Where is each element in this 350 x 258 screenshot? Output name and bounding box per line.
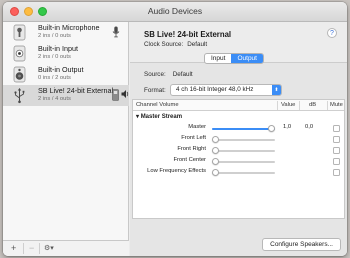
device-channels: 0 ins / 2 outs xyxy=(38,75,71,81)
mute-checkbox[interactable] xyxy=(333,169,340,176)
clock-source-label: Clock Source: xyxy=(144,41,184,48)
channel-label: Master xyxy=(188,124,206,130)
format-popup[interactable]: 4 ch 16-bit Integer 48,0 kHz ⬍ xyxy=(170,84,282,96)
device-item-built-in-microphone[interactable]: Built-in Microphone 2 ins / 0 outs xyxy=(3,22,129,43)
column-header-channel-volume: Channel Volume xyxy=(136,102,179,108)
gear-menu-button[interactable]: ⚙▾ xyxy=(44,243,54,254)
table-header: Channel Volume Value dB Mute xyxy=(133,100,344,111)
source-row: Source: Default xyxy=(144,71,193,78)
volume-slider[interactable] xyxy=(212,158,275,165)
column-divider xyxy=(277,101,278,110)
device-channels: 2 ins / 0 outs xyxy=(38,54,71,60)
clock-source: Clock Source: Default xyxy=(144,41,207,48)
speaker-icon xyxy=(13,66,26,83)
device-name: Built-in Output xyxy=(38,65,84,74)
input-output-tabs: Input Output xyxy=(204,53,264,64)
window-title: Audio Devices xyxy=(147,6,203,16)
finder-output-icon xyxy=(112,89,119,101)
input-jack-icon xyxy=(13,45,26,62)
configure-speakers-button[interactable]: Configure Speakers... xyxy=(262,238,341,251)
default-output-speaker-icon xyxy=(121,90,129,98)
device-name: Built-in Input xyxy=(38,44,78,53)
volume-value: 1,0 xyxy=(283,124,292,130)
channel-label: Front Center xyxy=(173,157,206,163)
disclosure-triangle-icon: ▾ xyxy=(136,114,140,120)
add-device-button[interactable]: + xyxy=(11,243,16,254)
device-name: Built-in Microphone xyxy=(38,23,100,32)
column-header-mute: Mute xyxy=(330,102,343,108)
channel-label: Front Left xyxy=(181,135,206,141)
mute-checkbox[interactable] xyxy=(333,136,340,143)
channel-label: Front Right xyxy=(177,146,206,152)
table-row: Front Right xyxy=(133,145,344,156)
volume-slider-knob[interactable] xyxy=(212,147,219,154)
table-row: Low Frequency Effects xyxy=(133,167,344,178)
volume-db: 0,0 xyxy=(305,124,314,130)
device-item-sb-live[interactable]: SB Live! 24-bit External 2 ins / 4 outs xyxy=(3,85,129,106)
device-item-built-in-output[interactable]: Built-in Output 0 ins / 2 outs xyxy=(3,64,129,85)
popup-arrows-icon: ⬍ xyxy=(272,85,281,95)
table-row: Front Left xyxy=(133,134,344,145)
column-divider xyxy=(327,101,328,110)
help-button[interactable]: ? xyxy=(327,28,337,38)
channel-volume-table: Channel Volume Value dB Mute ▾ Master St… xyxy=(132,99,345,219)
default-input-mic-icon xyxy=(112,26,120,38)
channel-label: Low Frequency Effects xyxy=(147,168,206,174)
volume-slider[interactable] xyxy=(212,136,275,143)
device-detail: SB Live! 24-bit External ? Clock Source:… xyxy=(130,22,347,256)
volume-slider[interactable] xyxy=(212,125,275,132)
usb-icon xyxy=(14,88,25,104)
column-header-db: dB xyxy=(309,102,317,108)
mute-checkbox[interactable] xyxy=(333,125,340,132)
volume-slider-knob[interactable] xyxy=(268,125,275,132)
tab-output[interactable]: Output xyxy=(231,54,263,63)
source-label: Source: xyxy=(144,71,166,78)
toolbar-divider xyxy=(23,243,24,254)
table-row: Master 1,0 0,0 xyxy=(133,123,344,134)
device-list-toolbar: + − ⚙▾ xyxy=(3,240,129,256)
volume-fill xyxy=(212,128,275,130)
volume-slider[interactable] xyxy=(212,169,275,176)
device-name: SB Live! 24-bit External xyxy=(38,86,114,95)
device-list: Built-in Microphone 2 ins / 0 outs Built… xyxy=(3,22,129,256)
device-channels: 2 ins / 4 outs xyxy=(38,96,71,102)
format-label: Format: xyxy=(144,87,166,94)
device-title: SB Live! 24-bit External xyxy=(144,30,232,39)
microphone-icon xyxy=(13,24,26,41)
device-item-built-in-input[interactable]: Built-in Input 2 ins / 0 outs xyxy=(3,43,129,64)
mute-checkbox[interactable] xyxy=(333,158,340,165)
column-divider xyxy=(299,101,300,110)
mute-checkbox[interactable] xyxy=(333,147,340,154)
volume-slider-knob[interactable] xyxy=(212,169,219,176)
volume-slider-knob[interactable] xyxy=(212,136,219,143)
device-channels: 2 ins / 0 outs xyxy=(38,33,71,39)
audio-devices-window: Audio Devices Built-in Microphone 2 ins … xyxy=(3,2,347,256)
group-row-master-stream[interactable]: ▾ Master Stream xyxy=(136,113,182,120)
toolbar-divider xyxy=(39,243,40,254)
table-row: Front Center xyxy=(133,156,344,167)
output-pane: Source: Default Format: 4 ch 16-bit Integ… xyxy=(130,62,347,256)
tab-input[interactable]: Input xyxy=(205,54,231,63)
group-label: Master Stream xyxy=(140,114,183,120)
column-header-value: Value xyxy=(281,102,296,108)
volume-slider[interactable] xyxy=(212,147,275,154)
volume-slider-knob[interactable] xyxy=(212,158,219,165)
format-value: 4 ch 16-bit Integer 48,0 kHz xyxy=(176,86,254,93)
title-bar: Audio Devices xyxy=(3,2,347,22)
source-value: Default xyxy=(172,71,193,78)
remove-device-button[interactable]: − xyxy=(29,243,34,254)
clock-source-value: Default xyxy=(187,41,208,48)
